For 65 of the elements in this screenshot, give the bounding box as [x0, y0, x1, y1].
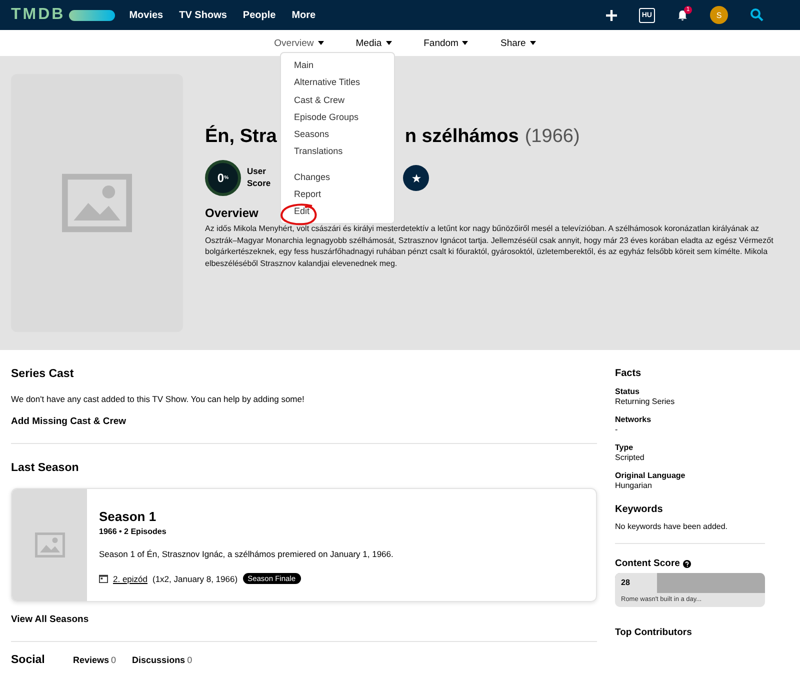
calendar-icon — [99, 574, 108, 583]
fact-value: - — [615, 425, 619, 434]
menu-item[interactable]: Alternative Titles — [294, 74, 360, 92]
caret-icon — [462, 41, 468, 45]
subnav-tab[interactable]: Media — [346, 38, 392, 48]
fact-label: Original Language — [615, 471, 686, 480]
section-heading: Series Cast — [11, 368, 75, 380]
nav-link[interactable]: People — [242, 10, 276, 20]
overview-text: Az idős Mikola Menyhért, volt császári és királyi mesterdetektív a letűnt kor nagy bűnözőiről mesél a televízióban. A szélhámosok koronázatlan királyának az Osztrák–Magyar Monarchia legnagyobb szélhámosát, Sztrasznov Ignácot tartja. Jellemzéséül csak annyit, hogy már 23 éves korában eladta az egész Vérmezőt bolgárkertészeknek, egy fess huszárfőhadnagyi ruhában pénzt csalt ki főuraktól, gyárosoktól, üzletemberektől, és az egyház felsőbb köreit sem kímélte. Mikola elbeszéléséből Strasznov kalandjai elevenednek meg. — [205, 223, 774, 270]
caret-icon — [530, 41, 536, 45]
season-description: Season 1 of Én, Strasznov Ignác, a szélhámos premiered on January 1, 1966. — [99, 549, 394, 559]
help-icon[interactable] — [682, 560, 691, 568]
fact-value: Scripted — [615, 453, 646, 462]
episode-info: (1x2, January 8, 1966) — [152, 574, 238, 584]
show-title: Én, Stra — [205, 126, 277, 148]
fact-label: Networks — [615, 415, 652, 424]
overview-heading: Overview — [205, 206, 258, 220]
caret-icon — [318, 41, 324, 45]
section-heading: Last Season — [11, 462, 80, 474]
keywords-message: No keywords have been added. — [615, 522, 765, 544]
fact-label: Type — [615, 443, 634, 452]
subnav-tab[interactable]: Overview — [264, 38, 324, 48]
user-score-ring: 0$^{%}$ — [205, 160, 241, 196]
menu-item[interactable]: Main — [294, 57, 314, 74]
menu-item[interactable]: Changes — [294, 168, 330, 186]
search-icon[interactable] — [750, 8, 764, 22]
bell-icon[interactable] — [677, 10, 688, 20]
plus-icon[interactable] — [606, 10, 617, 20]
nav-link[interactable]: Movies — [129, 10, 164, 20]
nav-link[interactable]: More — [292, 10, 316, 20]
fact-value: Returning Series — [615, 397, 676, 406]
menu-item[interactable]: Cast & Crew — [294, 92, 345, 109]
rate-button[interactable] — [403, 165, 429, 191]
season-meta: 1966 • 2 Episodes — [99, 527, 168, 536]
top-contributors-heading: Top Contributors — [615, 627, 693, 638]
add-cast-link[interactable]: Add Missing Cast & Crew — [11, 416, 126, 427]
nav-link[interactable]: TV Shows — [179, 10, 227, 20]
show-title: n szélhámos — [404, 126, 519, 148]
fact-value: Hungarian — [615, 481, 653, 490]
menu-item[interactable]: Translations — [294, 143, 343, 161]
content-score-heading: Content Score — [615, 558, 680, 569]
image-placeholder-icon — [34, 532, 64, 558]
image-placeholder-icon — [62, 173, 132, 233]
logo-pill-icon — [69, 10, 116, 20]
star-icon — [412, 174, 420, 182]
social-tab[interactable]: Discussions 0 — [132, 655, 192, 665]
subnav-tab[interactable]: Fandom — [414, 38, 468, 48]
fact-label: Status — [615, 387, 640, 396]
menu-item[interactable]: Episode Groups — [294, 108, 359, 126]
season-name[interactable]: Season 1 — [99, 509, 394, 524]
keywords-heading: Keywords — [615, 504, 664, 515]
social-tab[interactable]: Reviews 0 — [73, 655, 116, 665]
content-score-value: 28 — [621, 578, 630, 587]
view-all-seasons-link[interactable]: View All Seasons — [11, 614, 89, 625]
menu-item[interactable]: Report — [294, 186, 322, 204]
caret-icon — [386, 41, 392, 45]
subnav-tab[interactable]: Share — [490, 38, 536, 48]
section-heading: Social — [11, 654, 46, 666]
cast-message: We don't have any cast added to this TV Show. You can help by adding some! — [11, 394, 306, 404]
user-score-label: User Score — [247, 166, 272, 190]
show-year: (1966) — [524, 126, 580, 148]
facts-heading: Facts — [615, 368, 642, 379]
logo[interactable]: TMDB — [11, 6, 66, 24]
menu-item[interactable]: Seasons — [294, 126, 330, 144]
episode-link[interactable]: 2. epizód — [113, 574, 148, 584]
